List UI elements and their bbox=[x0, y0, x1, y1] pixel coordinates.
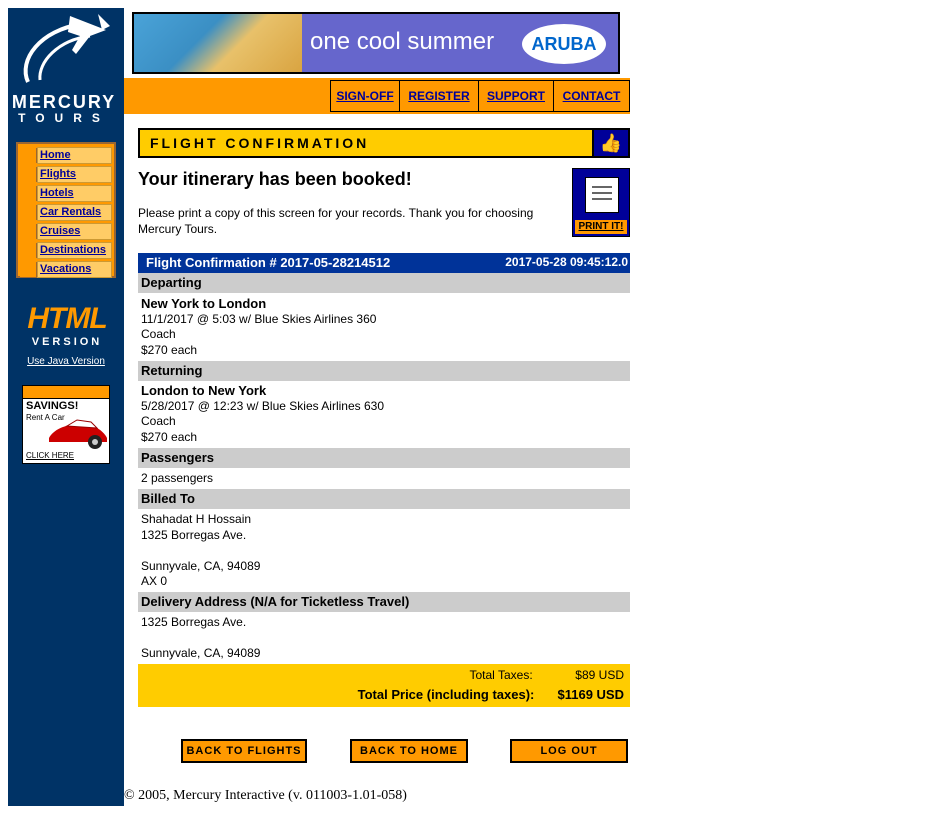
java-version-link[interactable]: Use Java Version bbox=[14, 356, 118, 367]
totals-section: Total Taxes: $89 USD Total Price (includ… bbox=[138, 664, 630, 707]
side-nav-item-home: Home bbox=[18, 146, 114, 165]
departing-class: Coach bbox=[141, 327, 176, 341]
confirmation-timestamp: 2017-05-28 09:45:12.0 bbox=[505, 255, 628, 269]
register-link[interactable]: REGISTER bbox=[408, 89, 469, 103]
summer-banner-ad[interactable]: one cool summer ARUBA bbox=[132, 12, 620, 74]
back-to-flights-button[interactable]: BACK TO FLIGHTS bbox=[181, 739, 307, 763]
returning-details: London to New York 5/28/2017 @ 12:23 w/ … bbox=[138, 383, 630, 445]
billed-to-card: AX 0 bbox=[141, 574, 168, 588]
departing-heading: Departing bbox=[138, 273, 630, 293]
side-nav-link-car-rentals[interactable]: Car Rentals bbox=[40, 206, 101, 218]
red-car-icon bbox=[49, 419, 107, 449]
departing-flight: 11/1/2017 @ 5:03 w/ Blue Skies Airlines … bbox=[141, 311, 377, 326]
print-instructions: Please print a copy of this screen for y… bbox=[138, 206, 534, 236]
thumbs-up-icon: 👍 bbox=[592, 130, 628, 156]
delivery-address: 1325 Borregas Ave. bbox=[141, 615, 247, 629]
side-nav-link-home[interactable]: Home bbox=[40, 149, 71, 161]
rent-a-car-ad[interactable]: SAVINGS! Rent A Car CLICK HERE bbox=[22, 385, 110, 464]
departing-route: New York to London bbox=[141, 296, 267, 311]
contact-link[interactable]: CONTACT bbox=[563, 89, 621, 103]
top-nav-item-sign-off: SIGN-OFF bbox=[330, 80, 400, 112]
side-nav-item-vacations: Vacations bbox=[18, 260, 114, 279]
total-price-label: Total Price (including taxes): bbox=[357, 687, 535, 702]
departing-price: $270 each bbox=[141, 342, 198, 357]
log-out-button[interactable]: LOG OUT bbox=[510, 739, 628, 763]
returning-class: Coach bbox=[141, 414, 176, 428]
returning-flight: 5/28/2017 @ 12:23 w/ Blue Skies Airlines… bbox=[141, 398, 384, 413]
side-nav-link-cruises[interactable]: Cruises bbox=[40, 225, 80, 237]
side-nav-link-flights[interactable]: Flights bbox=[40, 168, 76, 180]
billed-to-city: Sunnyvale, CA, 94089 bbox=[141, 558, 261, 573]
passengers-heading: Passengers bbox=[138, 448, 630, 468]
total-price-value: $1169 USD bbox=[557, 687, 625, 702]
html-version-title: HTML bbox=[27, 302, 107, 335]
side-nav-menu: Home Flights Hotels Car Rentals Cruises … bbox=[16, 142, 116, 278]
print-it-button[interactable]: PRINT IT! bbox=[572, 168, 630, 237]
plane-logo-icon bbox=[23, 14, 110, 83]
billed-to-details: Shahadat H Hossain 1325 Borregas Ave. Su… bbox=[138, 512, 630, 590]
html-version-badge: HTML VERSION bbox=[22, 300, 112, 354]
ad-headline: SAVINGS! bbox=[26, 400, 79, 412]
confirmation-number-row: Flight Confirmation # 2017-05-28214512 2… bbox=[138, 253, 630, 273]
billed-to-heading: Billed To bbox=[138, 489, 630, 509]
side-nav-item-destinations: Destinations bbox=[18, 241, 114, 260]
sign-off-link[interactable]: SIGN-OFF bbox=[336, 89, 393, 103]
confirmation-number: Flight Confirmation # 2017-05-28214512 bbox=[146, 255, 391, 270]
banner-tagline: one cool summer bbox=[310, 28, 495, 55]
html-version-subtitle: VERSION bbox=[31, 336, 103, 348]
support-link[interactable]: SUPPORT bbox=[487, 89, 545, 103]
returning-heading: Returning bbox=[138, 361, 630, 381]
aruba-logo: ARUBA bbox=[522, 24, 606, 64]
top-nav-item-support: SUPPORT bbox=[478, 80, 554, 112]
top-nav-item-register: REGISTER bbox=[399, 80, 479, 112]
total-taxes-row: Total Taxes: $89 USD bbox=[470, 668, 625, 682]
flight-confirmation-header: FLIGHT CONFIRMATION 👍 bbox=[138, 128, 630, 158]
returning-route: London to New York bbox=[141, 383, 267, 398]
brand-name: MERCURY bbox=[11, 92, 117, 112]
total-taxes-label: Total Taxes: bbox=[469, 668, 533, 682]
booking-status-heading: Your itinerary has been booked! bbox=[138, 169, 412, 189]
side-nav-link-hotels[interactable]: Hotels bbox=[40, 187, 74, 199]
returning-price: $270 each bbox=[141, 429, 198, 444]
mercury-tours-logo[interactable]: MERCURY TOURS bbox=[10, 10, 118, 125]
side-nav-item-cruises: Cruises bbox=[18, 222, 114, 241]
total-price-row: Total Price (including taxes): $1169 USD bbox=[358, 687, 624, 702]
side-nav-item-flights: Flights bbox=[18, 165, 114, 184]
departing-details: New York to London 11/1/2017 @ 5:03 w/ B… bbox=[138, 296, 630, 358]
passengers-value: 2 passengers bbox=[141, 471, 214, 485]
delivery-details: 1325 Borregas Ave. Sunnyvale, CA, 94089 bbox=[138, 615, 630, 662]
billed-to-name: Shahadat H Hossain bbox=[141, 512, 252, 526]
ad-cta: CLICK HERE bbox=[26, 451, 75, 460]
side-nav-item-car-rentals: Car Rentals bbox=[18, 203, 114, 222]
footer-copyright: © 2005, Mercury Interactive (v. 011003-1… bbox=[124, 788, 407, 803]
delivery-heading: Delivery Address (N/A for Ticketless Tra… bbox=[138, 592, 630, 612]
ad-top-bar bbox=[23, 386, 109, 399]
page-title: FLIGHT CONFIRMATION bbox=[150, 135, 370, 151]
total-taxes-value: $89 USD bbox=[575, 668, 624, 682]
brand-subname: TOURS bbox=[18, 111, 110, 125]
billed-to-address: 1325 Borregas Ave. bbox=[141, 527, 247, 542]
banner-photo bbox=[134, 14, 302, 72]
delivery-city: Sunnyvale, CA, 94089 bbox=[141, 646, 261, 660]
top-nav-item-contact: CONTACT bbox=[553, 80, 630, 112]
side-nav-link-vacations[interactable]: Vacations bbox=[40, 263, 91, 275]
side-nav-item-hotels: Hotels bbox=[18, 184, 114, 203]
printer-icon bbox=[585, 177, 619, 213]
back-to-home-button[interactable]: BACK TO HOME bbox=[350, 739, 468, 763]
print-it-label: PRINT IT! bbox=[575, 220, 627, 234]
side-nav-link-destinations[interactable]: Destinations bbox=[40, 244, 106, 256]
